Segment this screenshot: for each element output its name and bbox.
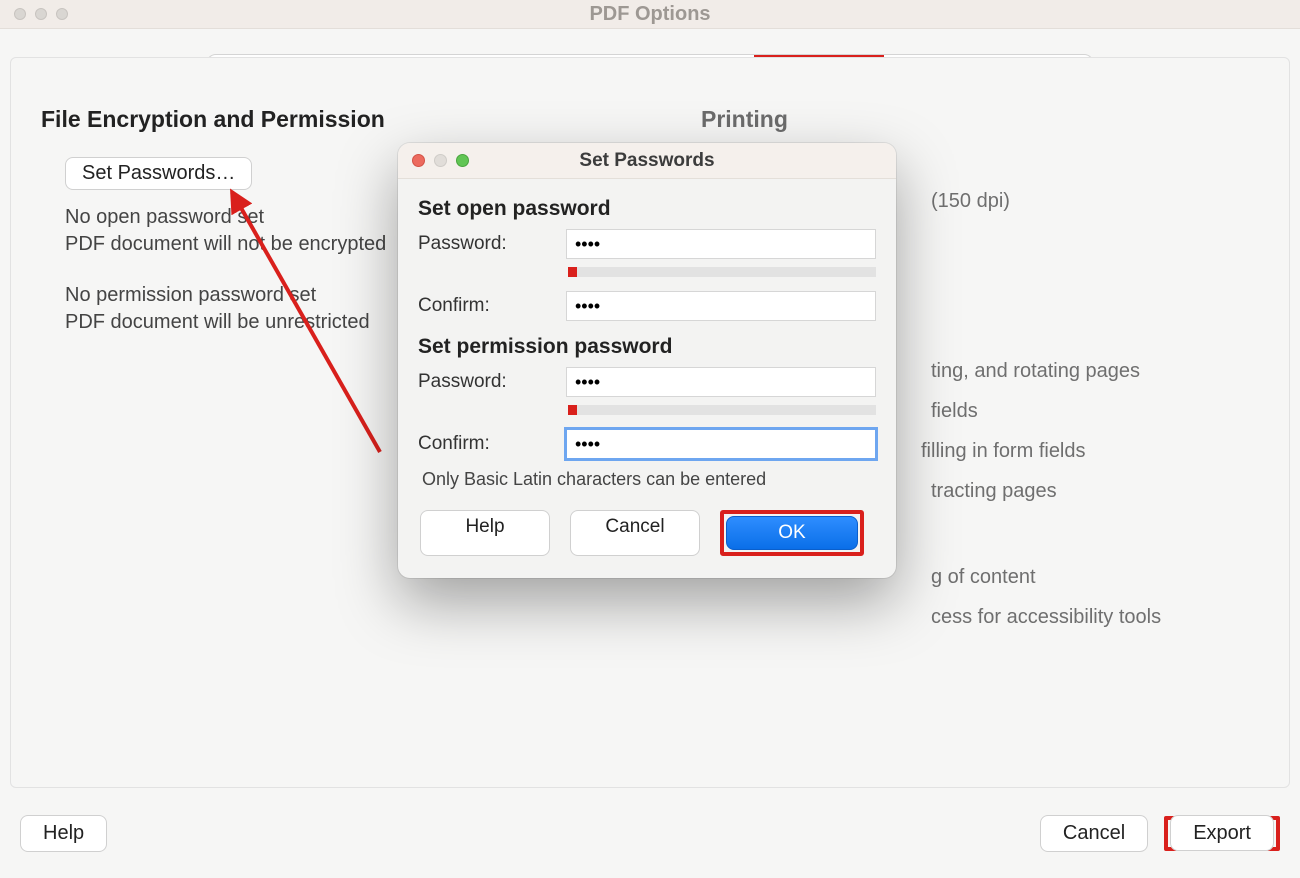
pdf-options-titlebar: PDF Options [0,0,1300,29]
perm-confirm-label: Confirm: [418,433,548,455]
open-password-label: Password: [418,233,548,255]
open-confirm-input[interactable] [566,291,876,321]
set-passwords-dialog: Set Passwords Set open password Password… [398,143,896,578]
dialog-ok-button[interactable]: OK [726,516,858,550]
content-copy-option: g of content [931,557,1259,597]
changes-option-fill: filling in form fields [921,431,1259,471]
permission-password-heading: Set permission password [418,335,876,359]
window-title: PDF Options [0,3,1300,26]
open-confirm-label: Confirm: [418,295,548,317]
changes-option-fields: fields [931,391,1259,431]
dialog-help-button[interactable]: Help [420,510,550,556]
changes-option-extract: tracting pages [931,471,1259,511]
dialog-title: Set Passwords [398,150,896,172]
open-password-strength [568,267,876,277]
perm-password-input[interactable] [566,367,876,397]
cancel-button[interactable]: Cancel [1040,815,1148,852]
dialog-cancel-button[interactable]: Cancel [570,510,700,556]
accessibility-option: cess for accessibility tools [931,597,1259,637]
open-password-heading: Set open password [418,197,876,221]
changes-option-rotating: ting, and rotating pages [931,351,1259,391]
perm-password-label: Password: [418,371,548,393]
charset-note: Only Basic Latin characters can be enter… [422,469,876,490]
perm-confirm-input[interactable] [566,429,876,459]
printing-option-dpi: (150 dpi) [931,181,1259,221]
export-button[interactable]: Export [1170,815,1274,851]
set-passwords-button[interactable]: Set Passwords… [65,157,252,190]
encryption-heading: File Encryption and Permission [41,106,681,133]
dialog-footer: Help Cancel Export [0,788,1300,878]
export-highlight: Export [1164,816,1280,851]
perm-password-strength [568,405,876,415]
open-password-input[interactable] [566,229,876,259]
ok-highlight: OK [720,510,864,556]
help-button[interactable]: Help [20,815,107,852]
set-passwords-titlebar: Set Passwords [398,143,896,179]
printing-heading: Printing [701,106,1259,133]
